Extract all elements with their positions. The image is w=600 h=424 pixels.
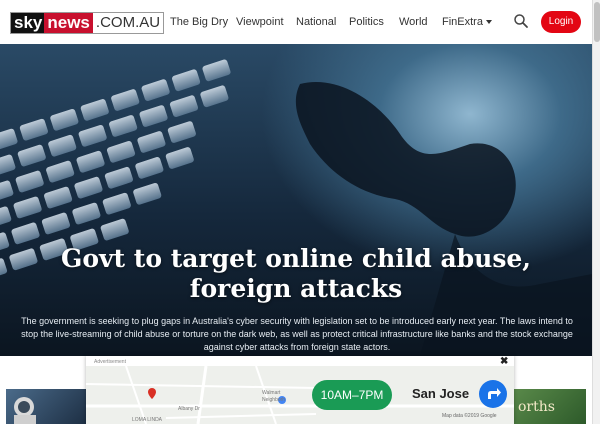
directions-icon[interactable] [478,379,508,409]
map-label: LOMA LINDA [132,417,163,423]
hours-pill[interactable]: 10AM–7PM [312,380,392,410]
card-text: orths [518,399,555,415]
nav-item-politics[interactable]: Politics [349,16,384,28]
sky-news-logo[interactable]: sky news .COM.AU [10,12,165,34]
map-label: Neighborh [262,397,286,403]
logo-sky: sky [11,13,45,33]
logo-domain: .COM.AU [92,13,164,33]
login-button[interactable]: Login [541,11,581,33]
hero-headline[interactable]: Govt to target online child abuse, forei… [14,244,578,304]
nav-item-finextra[interactable]: FinExtra [442,16,492,28]
chevron-down-icon [485,20,492,25]
hero-summary: The government is seeking to plug gaps i… [21,316,573,352]
map-credit: Map data ©2019 Google [442,413,497,419]
nav-item-finextra-label: FinExtra [442,16,483,28]
ad-label: Advertisement [94,359,126,365]
story-card-thumbnail[interactable]: orths [512,389,586,424]
advertisement-banner[interactable]: Walmart Neighborh Albany Dr LOMA LINDA A… [86,356,514,424]
nav-item-the-big-dry[interactable]: The Big Dry [170,16,228,28]
astronaut-image [14,397,36,424]
scrollbar-thumb[interactable] [594,2,600,42]
nav-item-national[interactable]: National [296,16,336,28]
keyboard-hand-image [0,59,592,356]
map-label: Albany Dr [178,406,200,412]
search-icon[interactable] [513,13,529,29]
hero-article[interactable]: Govt to target online child abuse, forei… [0,44,592,356]
nav-item-world[interactable]: World [399,16,428,28]
logo-news: news [44,13,93,33]
map-label: Walmart [262,390,281,396]
page-scrollbar[interactable] [592,0,600,424]
close-icon[interactable]: ✖ [500,356,508,367]
story-card-thumbnail[interactable] [6,389,86,424]
ad-city[interactable]: San Jose [412,386,469,401]
nav-item-viewpoint[interactable]: Viewpoint [236,16,284,28]
site-header: sky news .COM.AU The Big Dry Viewpoint N… [0,0,592,44]
